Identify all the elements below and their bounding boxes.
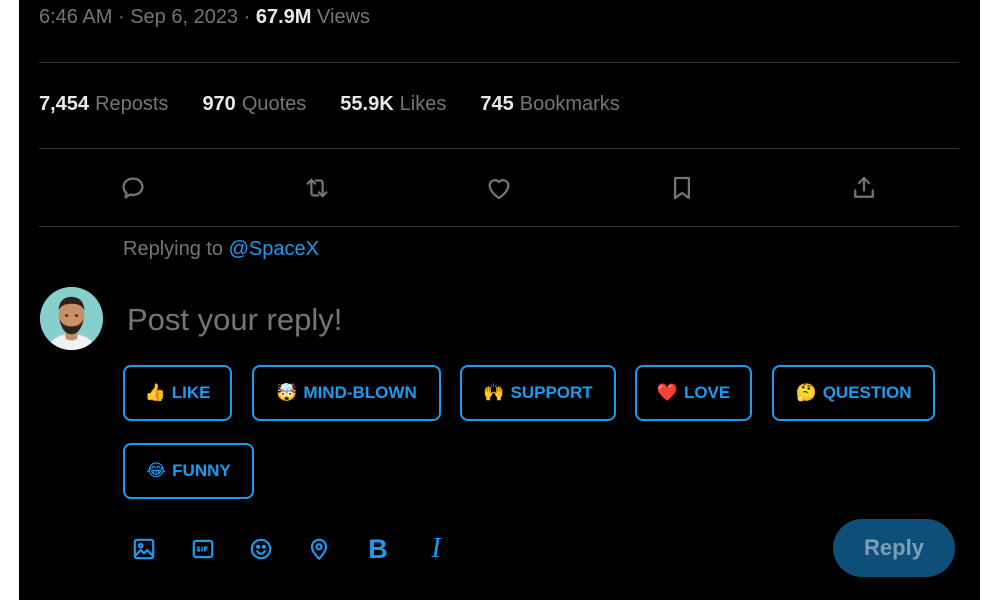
emoji-icon[interactable]	[247, 535, 275, 563]
reply-input[interactable]	[127, 296, 827, 344]
stat-quotes[interactable]: 970 Quotes	[202, 93, 306, 116]
replying-handle-link[interactable]: @SpaceX	[229, 238, 319, 260]
stat-count: 970	[202, 93, 236, 115]
stat-label: Reposts	[95, 93, 169, 115]
stat-count: 7,454	[39, 93, 90, 115]
chip-label: LIKE	[171, 383, 211, 402]
laughing-face-icon: 😂	[146, 461, 167, 480]
replying-prefix: Replying to	[123, 238, 224, 260]
tweet-detail-panel: 6:46 AM · Sep 6, 2023 · 67.9M Views 7,45…	[19, 0, 980, 600]
stat-bookmarks[interactable]: 745 Bookmarks	[480, 93, 619, 116]
stat-label: Quotes	[241, 93, 307, 115]
reaction-funny-button[interactable]: 😂 FUNNY	[123, 443, 254, 499]
stat-count: 55.9K	[340, 93, 394, 115]
stat-label: Bookmarks	[519, 93, 620, 115]
reply-button[interactable]: Reply	[833, 519, 955, 577]
like-icon[interactable]	[479, 165, 519, 211]
image-icon[interactable]	[130, 535, 158, 563]
reaction-mind-blown-button[interactable]: 🤯 MIND-BLOWN	[252, 365, 441, 421]
reaction-support-button[interactable]: 🙌 SUPPORT	[460, 365, 616, 421]
meta-separator: ·	[117, 6, 125, 28]
stat-count: 745	[480, 93, 514, 115]
heart-icon: ❤️	[656, 383, 678, 402]
chip-label: MIND-BLOWN	[303, 383, 417, 402]
tweet-date[interactable]: Sep 6, 2023	[130, 6, 238, 28]
avatar[interactable]	[40, 287, 103, 350]
replying-to: Replying to @SpaceX	[123, 238, 319, 261]
gif-icon[interactable]	[189, 535, 217, 563]
avatar-image	[40, 287, 103, 350]
chip-label: QUESTION	[822, 383, 912, 402]
repost-icon[interactable]	[297, 165, 337, 211]
engagement-stats: 7,454 Reposts 970 Quotes 55.9K Likes 745 Boo…	[39, 93, 654, 116]
reaction-like-button[interactable]: 👍 LIKE	[123, 365, 232, 421]
chip-label: LOVE	[683, 383, 731, 402]
views-count: 67.9M	[255, 6, 312, 28]
stat-likes[interactable]: 55.9K Likes	[340, 93, 446, 116]
mind-blown-icon: 🤯	[276, 383, 298, 402]
bold-button[interactable]: B	[364, 534, 392, 564]
stat-reposts[interactable]: 7,454 Reposts	[39, 93, 168, 116]
tweet-time[interactable]: 6:46 AM	[39, 6, 112, 28]
chip-label: SUPPORT	[510, 383, 593, 402]
tweet-actions-bar	[19, 165, 980, 211]
views-label: Views	[317, 6, 371, 28]
reply-icon[interactable]	[113, 165, 153, 211]
bookmark-icon[interactable]	[662, 165, 702, 211]
tweet-meta: 6:46 AM · Sep 6, 2023 · 67.9M Views	[39, 6, 370, 29]
thumbs-up-icon: 👍	[144, 383, 166, 402]
stat-label: Likes	[399, 93, 447, 115]
divider	[39, 226, 959, 227]
thinking-face-icon: 🤔	[795, 383, 817, 402]
raised-hands-icon: 🙌	[483, 383, 505, 402]
meta-separator: ·	[243, 6, 251, 28]
location-icon[interactable]	[305, 535, 333, 563]
italic-button[interactable]: I	[422, 533, 450, 564]
reaction-question-button[interactable]: 🤔 QUESTION	[772, 365, 935, 421]
reaction-love-button[interactable]: ❤️ LOVE	[635, 365, 752, 421]
divider	[39, 62, 959, 63]
share-icon[interactable]	[844, 165, 884, 211]
chip-label: FUNNY	[172, 461, 231, 480]
divider	[39, 148, 959, 149]
